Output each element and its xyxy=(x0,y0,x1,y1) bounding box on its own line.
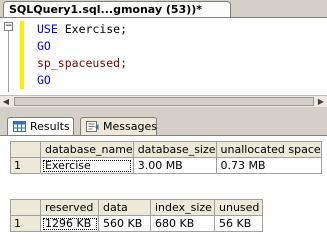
column-header[interactable]: unallocated space xyxy=(215,141,322,158)
code-line-3: sp_spaceused; xyxy=(37,55,127,72)
tab-messages-label: Messages xyxy=(103,120,157,133)
column-header[interactable]: index_size xyxy=(150,199,215,216)
grid-cell[interactable]: 1296 KB xyxy=(40,215,99,232)
scroll-left-icon[interactable]: ◀ xyxy=(1,97,11,107)
grid-cell[interactable]: 560 KB xyxy=(98,215,151,232)
scrollbar-thumb[interactable] xyxy=(14,97,314,106)
table-row: 1 Exercise 3.00 MB 0.73 MB xyxy=(10,157,322,174)
row-number[interactable]: 1 xyxy=(10,157,41,174)
code-procedure: sp_spaceused; xyxy=(37,56,128,70)
code-line-4: GO xyxy=(37,72,127,89)
editor-tab-strip: SQLQuery1.sql...gmonay (53))* xyxy=(0,0,327,18)
grid-cell[interactable]: 56 KB xyxy=(214,215,263,232)
column-header[interactable]: data xyxy=(98,199,151,216)
code-identifier: Exercise; xyxy=(64,22,128,36)
grid-cell[interactable]: 0.73 MB xyxy=(215,157,322,174)
code-line-2: GO xyxy=(37,38,127,55)
outline-line xyxy=(8,26,9,92)
messages-icon xyxy=(86,121,99,132)
code-keyword: USE xyxy=(37,22,58,36)
row-number[interactable]: 1 xyxy=(10,215,41,232)
tab-messages[interactable]: Messages xyxy=(80,117,157,136)
grid-header-row: database_name database_size unallocated … xyxy=(10,141,322,158)
table-row: 1 1296 KB 560 KB 680 KB 56 KB xyxy=(10,215,263,232)
results-grid-icon xyxy=(13,121,26,132)
result-grid-1[interactable]: database_name database_size unallocated … xyxy=(10,141,322,174)
grid-cell[interactable]: 680 KB xyxy=(150,215,215,232)
scroll-right-icon[interactable]: ▶ xyxy=(316,97,326,107)
results-tab-strip: Results Messages xyxy=(0,112,327,136)
grid-header-row: reserved data index_size unused xyxy=(10,199,263,216)
code-keyword: GO xyxy=(37,39,51,53)
grid-cell[interactable]: 3.00 MB xyxy=(132,157,217,174)
result-grid-2[interactable]: reserved data index_size unused 1 1296 K… xyxy=(10,199,263,232)
unsaved-change-bar xyxy=(20,55,24,89)
column-header[interactable]: database_size xyxy=(132,141,217,158)
collapse-icon[interactable]: − xyxy=(4,22,13,31)
saved-change-bar xyxy=(20,21,24,55)
column-header[interactable]: database_name xyxy=(40,141,134,158)
query-editor[interactable]: − USE Exercise; GO sp_spaceused; GO xyxy=(0,17,327,95)
code-text[interactable]: USE Exercise; GO sp_spaceused; GO xyxy=(37,21,127,89)
results-pane: database_name database_size unallocated … xyxy=(0,135,327,251)
tab-results[interactable]: Results xyxy=(7,117,74,136)
tab-results-label: Results xyxy=(30,120,70,133)
outline-margin: − xyxy=(0,18,18,95)
code-keyword: GO xyxy=(37,73,51,87)
column-header[interactable]: reserved xyxy=(40,199,99,216)
grid-corner[interactable] xyxy=(10,199,41,216)
column-header[interactable]: unused xyxy=(214,199,263,216)
grid-cell[interactable]: Exercise xyxy=(40,157,134,174)
query-document-tab[interactable]: SQLQuery1.sql...gmonay (53))* xyxy=(3,1,231,17)
editor-horizontal-scrollbar[interactable]: ◀ ▶ xyxy=(0,95,327,107)
code-line-1: USE Exercise; xyxy=(37,21,127,38)
grid-corner[interactable] xyxy=(10,141,41,158)
